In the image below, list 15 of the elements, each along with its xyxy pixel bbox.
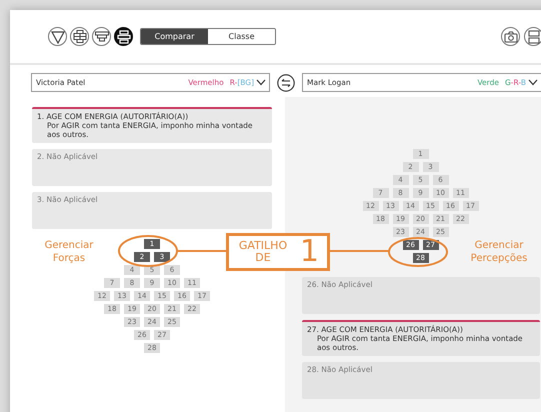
mode-tab[interactable]: Comparar bbox=[141, 29, 208, 44]
camera-icon[interactable] bbox=[501, 27, 520, 46]
brick-grid-icon[interactable] bbox=[70, 27, 89, 46]
chevron-down-icon bbox=[256, 79, 266, 86]
highlight-ellipse bbox=[118, 235, 178, 267]
layout-icon[interactable] bbox=[524, 27, 541, 46]
highlight-ellipse bbox=[388, 237, 448, 267]
trigger-title: GATILHO DE bbox=[238, 240, 288, 264]
callout-label: Gerenciar Percepções bbox=[470, 239, 528, 265]
stacked-blocks-icon[interactable] bbox=[114, 27, 133, 46]
trigger-number: 1 bbox=[300, 237, 319, 267]
swap-icon[interactable] bbox=[277, 74, 295, 92]
tee-blocks-icon[interactable] bbox=[92, 27, 111, 46]
chevron-down-icon bbox=[528, 79, 538, 86]
callout-label: Gerenciar Forças bbox=[44, 239, 94, 265]
